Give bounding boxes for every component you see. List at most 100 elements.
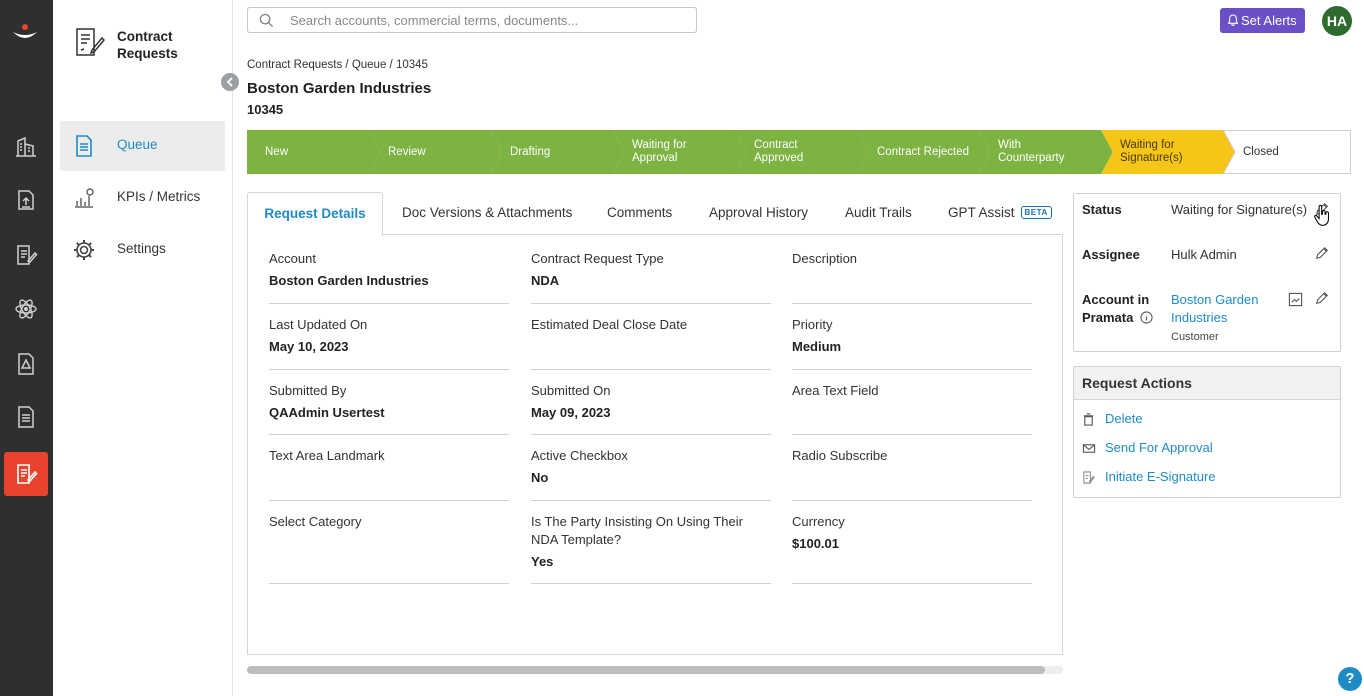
account-type: Customer <box>1171 331 1219 343</box>
field-value: $100.01 <box>792 536 839 551</box>
assignee-label: Assignee <box>1082 247 1140 262</box>
request-actions-card: Request Actions Delete Send For Approval… <box>1073 366 1341 498</box>
tab-label: GPT Assist <box>948 205 1015 220</box>
field-label: Contract Request Type <box>531 251 664 266</box>
sidebar-item-settings[interactable]: Settings <box>60 225 225 275</box>
hand-cursor-icon <box>1314 204 1329 226</box>
bell-icon <box>1228 14 1238 26</box>
edit-account-icon[interactable] <box>1315 291 1329 305</box>
field-currency: Currency $100.01 <box>792 513 1032 584</box>
sidebar-item-label: KPIs / Metrics <box>117 189 201 204</box>
tab-request-details[interactable]: Request Details <box>247 192 383 236</box>
document-icon[interactable] <box>14 405 38 429</box>
breadcrumb[interactable]: Contract Requests / Queue / 10345 <box>247 59 428 71</box>
field-label: Text Area Landmark <box>269 448 385 463</box>
field-label: Radio Subscribe <box>792 448 888 463</box>
initiate-esignature-action[interactable]: Initiate E-Signature <box>1082 468 1332 488</box>
sidebar-item-label: Queue <box>117 137 158 152</box>
field-label: Select Category <box>269 514 362 529</box>
field-account: Account Boston Garden Industries <box>269 250 509 304</box>
status-stepper: New Review Drafting Waiting for Approval… <box>247 130 1351 174</box>
collapse-sidebar-button[interactable] <box>221 73 239 91</box>
tab-gpt-assist[interactable]: GPT Assist BETA <box>948 192 1052 235</box>
request-details-body: Account Boston Garden Industries Contrac… <box>247 234 1063 655</box>
search-box <box>247 7 697 33</box>
field-label: Area Text Field <box>792 383 879 398</box>
field-label: Estimated Deal Close Date <box>531 317 688 332</box>
field-value: NDA <box>531 273 560 288</box>
field-label: Currency <box>792 514 845 529</box>
help-button[interactable]: ? <box>1338 667 1362 691</box>
delete-label: Delete <box>1105 411 1143 426</box>
field-value: Boston Garden Industries <box>269 273 429 288</box>
sidebar-item-queue[interactable]: Queue <box>60 121 225 171</box>
gear-icon <box>74 240 94 260</box>
field-text-area-landmark: Text Area Landmark <box>269 447 509 501</box>
field-submitted-on: Submitted On May 09, 2023 <box>531 382 771 435</box>
building-icon[interactable] <box>14 135 38 159</box>
field-value: Yes <box>531 554 554 569</box>
search-icon <box>259 13 274 28</box>
upload-icon[interactable] <box>14 188 38 212</box>
sidebar-item-kpis[interactable]: KPIs / Metrics <box>60 173 225 223</box>
sidebar: Contract Requests Queue KPIs / Metrics S… <box>53 0 239 696</box>
field-label: Submitted On <box>531 383 611 398</box>
status-label: Status <box>1082 202 1122 217</box>
tab-audit-trails[interactable]: Audit Trails <box>845 192 912 235</box>
account-link-line2[interactable]: Industries <box>1171 309 1227 327</box>
send-for-approval-label: Send For Approval <box>1105 440 1213 455</box>
field-area-text-field: Area Text Field <box>792 382 1032 435</box>
field-submitted-by: Submitted By QAAdmin Usertest <box>269 382 509 435</box>
info-icon[interactable] <box>1140 311 1153 324</box>
open-account-icon[interactable] <box>1288 292 1303 307</box>
set-alerts-label: Set Alerts <box>1241 13 1297 28</box>
user-avatar[interactable]: HA <box>1322 6 1352 36</box>
tab-comments[interactable]: Comments <box>607 192 672 235</box>
account-label-line1: Account in <box>1082 292 1150 307</box>
contract-requests-icon[interactable] <box>14 462 38 486</box>
envelope-icon <box>1082 444 1096 453</box>
search-input[interactable] <box>290 10 690 30</box>
document-warning-icon[interactable] <box>14 352 38 376</box>
document-list-icon <box>76 135 92 157</box>
field-label: Account <box>269 251 316 266</box>
field-description: Description <box>792 250 1032 304</box>
field-value: May 09, 2023 <box>531 405 611 420</box>
field-select-category: Select Category <box>269 513 509 584</box>
edit-assignee-icon[interactable] <box>1315 246 1329 260</box>
delete-action[interactable]: Delete <box>1082 410 1332 430</box>
field-label: Submitted By <box>269 383 347 398</box>
app-rail <box>0 0 53 696</box>
chart-icon <box>75 188 94 208</box>
send-for-approval-action[interactable]: Send For Approval <box>1082 439 1332 459</box>
request-id: 10345 <box>247 102 284 117</box>
tab-bar: Request Details Doc Versions & Attachmen… <box>247 192 1063 236</box>
beta-badge: BETA <box>1020 206 1052 219</box>
account-label-line2: Pramata <box>1082 310 1134 325</box>
module-title: Contract Requests <box>117 29 178 61</box>
scrollbar-thumb[interactable] <box>247 666 1045 674</box>
field-priority: Priority Medium <box>792 316 1032 370</box>
tab-approval-history[interactable]: Approval History <box>709 192 808 235</box>
field-label: Active Checkbox <box>531 448 628 463</box>
field-active-checkbox: Active Checkbox No <box>531 447 771 501</box>
field-label: Last Updated On <box>269 317 368 332</box>
account-link-line1[interactable]: Boston Garden <box>1171 291 1258 309</box>
logo-icon[interactable] <box>10 22 40 44</box>
sidebar-item-label: Settings <box>117 241 166 256</box>
request-panel: Request Details Doc Versions & Attachmen… <box>247 192 1063 655</box>
field-label: Is The Party Insisting On Using Their ND… <box>531 514 743 547</box>
field-nda-template: Is The Party Insisting On Using Their ND… <box>531 513 771 584</box>
initiate-esignature-label: Initiate E-Signature <box>1105 469 1216 484</box>
status-card: Status Waiting for Signature(s) Assignee… <box>1073 193 1341 352</box>
tab-doc-versions[interactable]: Doc Versions & Attachments <box>402 192 572 235</box>
field-value: Medium <box>792 339 842 354</box>
contract-edit-icon[interactable] <box>14 243 38 267</box>
field-radio-subscribe: Radio Subscribe <box>792 447 1032 501</box>
atom-icon[interactable] <box>14 297 38 321</box>
set-alerts-button[interactable]: Set Alerts <box>1220 8 1305 33</box>
horizontal-scrollbar[interactable] <box>247 666 1063 674</box>
request-actions-title: Request Actions <box>1074 367 1340 400</box>
contract-requests-icon <box>76 28 105 56</box>
chevron-left-icon <box>226 77 233 87</box>
